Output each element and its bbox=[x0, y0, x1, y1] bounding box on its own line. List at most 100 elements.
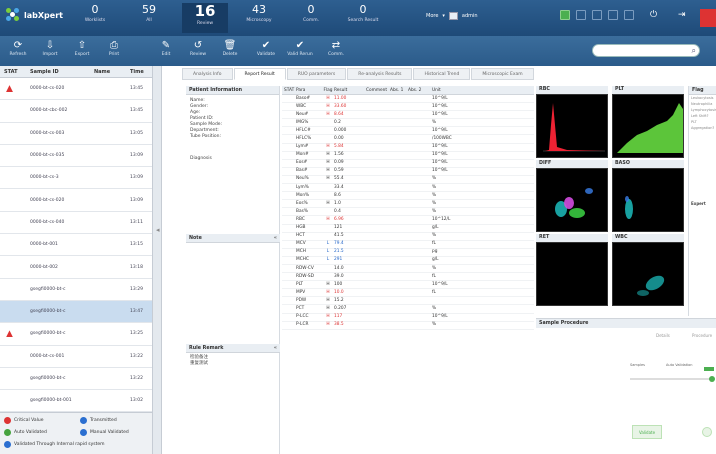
analyzer-icon[interactable] bbox=[608, 10, 618, 20]
sample-id: 0000-bt-cs-020 bbox=[30, 197, 65, 203]
baso-scattergram[interactable] bbox=[612, 168, 684, 232]
tab-analysis-info[interactable]: Analysis Info bbox=[182, 68, 233, 80]
column-header[interactable]: Unit bbox=[432, 86, 472, 94]
column-header[interactable]: Flag bbox=[322, 86, 334, 94]
result-cell: 0.207 bbox=[334, 305, 347, 311]
power-icon[interactable]: ⏻ bbox=[650, 10, 657, 20]
collapse-arrow-icon[interactable]: ◂ bbox=[156, 226, 160, 234]
column-header[interactable]: Result bbox=[334, 86, 366, 94]
column-stat[interactable]: STAT bbox=[4, 69, 18, 75]
column-header[interactable]: Abs. 2 bbox=[408, 86, 432, 94]
unit-cell: % bbox=[432, 265, 437, 271]
analyzer-online-icon[interactable] bbox=[560, 10, 570, 20]
sample-row[interactable]: 0000-bt-001 13:15 bbox=[0, 234, 152, 257]
export-button[interactable]: ⇧ Export bbox=[66, 39, 98, 57]
logout-icon[interactable]: ⇥ bbox=[678, 10, 686, 20]
diff-scattergram[interactable] bbox=[536, 168, 608, 232]
stat-all[interactable]: 59 All bbox=[126, 3, 172, 33]
rule-remark-header[interactable]: Rule Remark « bbox=[186, 344, 280, 353]
plt-histogram[interactable] bbox=[612, 94, 684, 158]
para-cell: HGB bbox=[296, 225, 306, 231]
column-time[interactable]: Time bbox=[130, 69, 144, 75]
refresh-button[interactable]: ⟳ Refresh bbox=[2, 39, 34, 57]
tab-microscopic-exam[interactable]: Microscopic Exam bbox=[471, 68, 534, 80]
critical-flag-icon bbox=[6, 85, 13, 93]
validate-button[interactable]: ✔ Validate bbox=[250, 39, 282, 57]
para-cell: P-LCC bbox=[296, 314, 309, 320]
sample-row[interactable]: gsegfi0000-bt-001 13:02 bbox=[0, 390, 152, 412]
search-input[interactable]: ⌕ bbox=[592, 44, 700, 57]
sample-row[interactable]: 0000-bt-cs-035 13:09 bbox=[0, 145, 152, 168]
sample-row[interactable]: 0000-bt-cs-020 13:09 bbox=[0, 189, 152, 212]
para-cell: Mon# bbox=[296, 152, 309, 158]
tab-report-result[interactable]: Report Result bbox=[233, 68, 286, 80]
graph-title-baso: BASO bbox=[612, 160, 684, 168]
analyzer-icon[interactable] bbox=[576, 10, 586, 20]
sample-row[interactable]: 0000-bt-cs-001 13:22 bbox=[0, 346, 152, 368]
stat-worklists[interactable]: 0 Worklists bbox=[72, 3, 118, 33]
tab-reanalysis-results[interactable]: Re-analysis Results bbox=[347, 68, 413, 80]
expand-icon[interactable]: « bbox=[274, 344, 277, 353]
valid-rerun-button[interactable]: ✔ Valid Rerun bbox=[284, 39, 316, 57]
mode-menu[interactable]: More bbox=[426, 13, 438, 19]
procedure-tab-procedure[interactable]: Procedure bbox=[692, 333, 712, 338]
sample-row[interactable]: gsegfi0000-bt-c 13:22 bbox=[0, 368, 152, 391]
sample-row[interactable]: 0000-bt-cs-003 13:05 bbox=[0, 123, 152, 145]
stat-search-result[interactable]: 0 Search Result bbox=[340, 3, 386, 33]
stat-review[interactable]: 16 Review bbox=[182, 3, 228, 33]
export-icon: ⇧ bbox=[77, 40, 87, 51]
ret-scattergram[interactable] bbox=[536, 242, 608, 306]
baso-cluster bbox=[625, 199, 633, 219]
lis-icon[interactable] bbox=[624, 10, 634, 20]
sample-row[interactable]: gsegfi0000-bt-c 13:47 bbox=[0, 300, 152, 324]
stat-microscopy[interactable]: 43 Microscopy bbox=[236, 3, 282, 33]
comm-button[interactable]: ⇄ Comm. bbox=[320, 39, 352, 57]
column-header[interactable]: Para bbox=[296, 86, 322, 94]
tab-ruo-parameters[interactable]: RUO parameters bbox=[286, 68, 347, 80]
analyzer-icon[interactable] bbox=[592, 10, 602, 20]
para-cell: Eos% bbox=[296, 200, 308, 206]
sample-row[interactable]: 0000-bt-cs-040 13:11 bbox=[0, 212, 152, 235]
column-name[interactable]: Name bbox=[94, 69, 110, 75]
sample-row[interactable]: 0000-bt-cbc-002 13:45 bbox=[0, 100, 152, 123]
confirm-icon[interactable] bbox=[702, 427, 712, 437]
sample-row[interactable]: 0000-bt-cs-020 13:45 bbox=[0, 78, 152, 101]
close-icon[interactable] bbox=[700, 9, 716, 27]
result-row[interactable]: P-LCR H 38.5% bbox=[282, 322, 534, 330]
expand-icon[interactable]: « bbox=[274, 234, 277, 243]
edit-button[interactable]: ✎ Edit bbox=[150, 39, 182, 57]
review-button[interactable]: ↺ Review bbox=[182, 39, 214, 57]
column-header[interactable]: Comment bbox=[366, 86, 390, 94]
print-button[interactable]: ⎙ Print bbox=[98, 39, 130, 57]
sample-row[interactable]: 0000-bt-002 13:18 bbox=[0, 256, 152, 279]
para-cell: RDW-SD bbox=[296, 273, 314, 279]
unit-cell: % bbox=[432, 200, 437, 206]
wbc-scattergram[interactable] bbox=[612, 242, 684, 306]
para-cell: MCV bbox=[296, 241, 306, 247]
import-button[interactable]: ⇩ Import bbox=[34, 39, 66, 57]
print-icon: ⎙ bbox=[110, 40, 118, 51]
column-header[interactable]: Abs. 1 bbox=[390, 86, 408, 94]
tab-historical-trend[interactable]: Historical Trend bbox=[413, 68, 471, 80]
user-name: admin bbox=[461, 13, 478, 19]
panel-splitter[interactable]: ◂ bbox=[152, 66, 162, 454]
validate-action-button[interactable]: Validate bbox=[632, 425, 662, 439]
unit-cell: % bbox=[432, 305, 437, 311]
result-cell: 1.56 bbox=[334, 152, 344, 158]
rule-remark-title: Rule Remark bbox=[189, 346, 224, 351]
column-header[interactable]: STAT bbox=[282, 86, 296, 94]
stat-comm[interactable]: 0 Comm. bbox=[288, 3, 334, 33]
sample-row[interactable]: gsegfi0000-bt-c 13:29 bbox=[0, 279, 152, 301]
sample-row[interactable]: 0000-bt-cs-3 13:09 bbox=[0, 167, 152, 190]
result-cell: 33.60 bbox=[334, 103, 347, 109]
result-cell: 79.4 bbox=[334, 241, 344, 247]
procedure-tab-details[interactable]: Details bbox=[656, 333, 670, 338]
user-area[interactable]: More ▾ admin bbox=[426, 12, 478, 20]
sample-row[interactable]: gsegfi0000-bt-c 13:25 bbox=[0, 323, 152, 346]
rbc-histogram[interactable] bbox=[536, 94, 608, 158]
column-sample-id[interactable]: Sample ID bbox=[30, 69, 59, 75]
graph-title-plt: PLT bbox=[612, 86, 684, 94]
note-header[interactable]: Note « bbox=[186, 234, 280, 243]
delete-button[interactable]: 🗑 Delete bbox=[214, 39, 246, 57]
stat-value: 43 bbox=[252, 3, 266, 16]
